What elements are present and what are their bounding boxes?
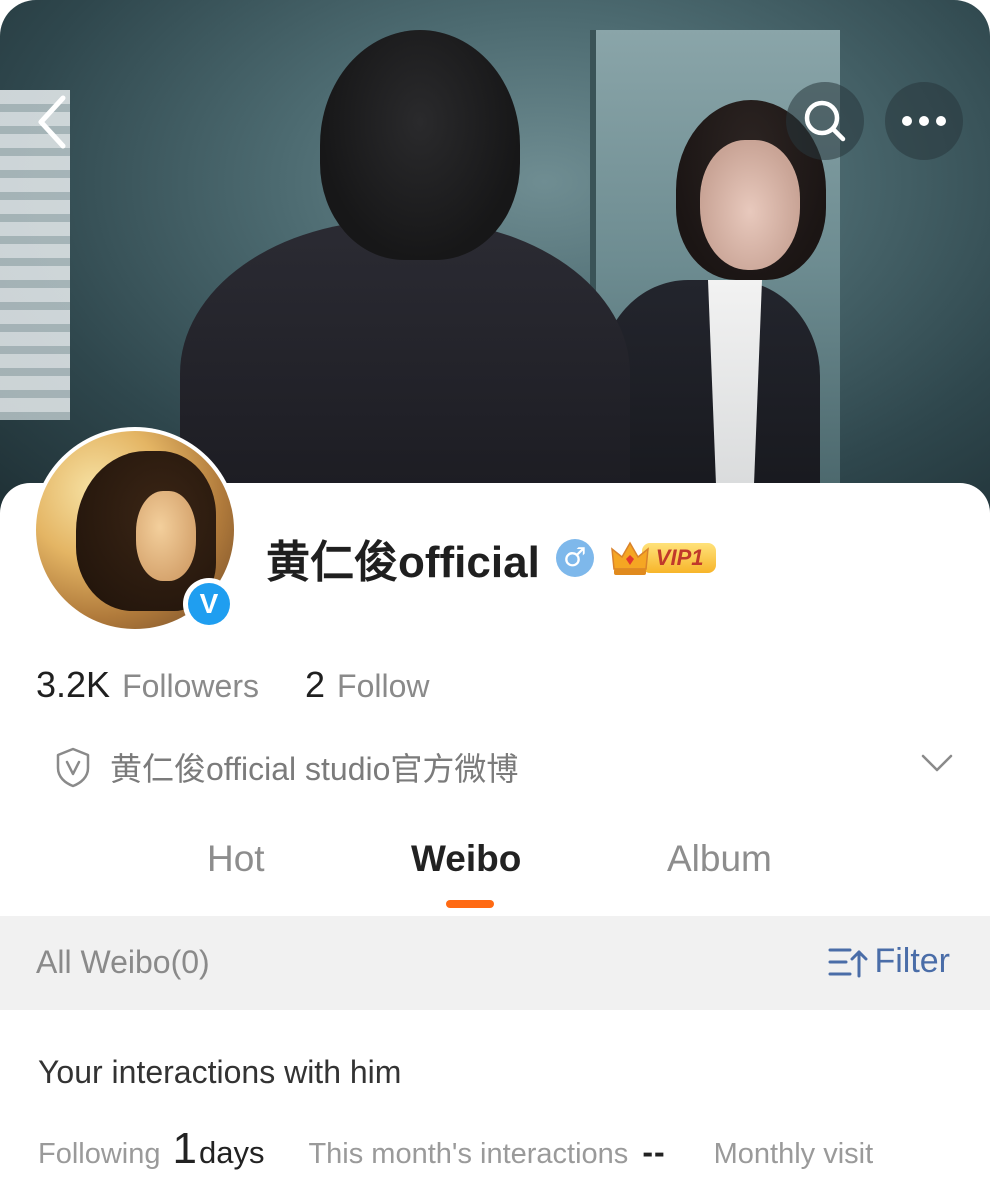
tab-hot[interactable]: Hot xyxy=(207,838,265,880)
vip-label: VIP1 xyxy=(641,543,716,573)
interactions-row: Following 1 days This month's interactio… xyxy=(38,1124,873,1174)
stats-row: 3.2K Followers 2 Follow xyxy=(36,664,429,706)
back-button[interactable] xyxy=(18,82,88,162)
cover-figure-head xyxy=(320,30,520,260)
follow-label: Follow xyxy=(337,668,430,704)
followers-stat[interactable]: 3.2K Followers xyxy=(36,664,259,706)
active-tab-indicator xyxy=(446,900,494,908)
all-weibo-count: All Weibo(0) xyxy=(36,944,210,980)
follow-stat[interactable]: 2 Follow xyxy=(305,664,430,706)
tab-album[interactable]: Album xyxy=(667,838,772,880)
verified-icon: V xyxy=(188,583,230,625)
search-icon xyxy=(804,100,846,142)
filter-label: Filter xyxy=(874,942,950,980)
tab-weibo[interactable]: Weibo xyxy=(411,838,521,880)
filter-sort-icon xyxy=(828,948,868,977)
cover-mirror-face xyxy=(700,140,800,270)
cover-figure-back xyxy=(180,220,630,520)
followers-count: 3.2K xyxy=(36,664,111,705)
search-button[interactable] xyxy=(786,82,864,160)
interactions-title: Your interactions with him xyxy=(38,1054,402,1090)
more-button[interactable] xyxy=(885,82,963,160)
profile-tabs: Hot Weibo Album xyxy=(0,830,990,910)
more-dots-icon xyxy=(902,116,946,126)
crown-icon xyxy=(610,541,649,575)
bio-row[interactable]: 黄仁俊official studio官方微博 xyxy=(54,742,954,792)
chevron-left-icon xyxy=(38,95,66,149)
interactions-section: Your interactions with him Following 1 d… xyxy=(0,1010,990,1200)
filter-bar: All Weibo(0) Filter xyxy=(0,916,990,1010)
vip-badge[interactable]: VIP1 xyxy=(610,538,716,578)
profile-screen: V 黄仁俊official ♂ VIP1 3.2K Followers 2 Fo… xyxy=(0,0,990,1200)
name-row: 黄仁俊official ♂ VIP1 xyxy=(266,528,716,588)
month-interactions-label: This month's interactions xyxy=(308,1138,629,1170)
shield-v-icon xyxy=(56,747,90,788)
following-label: Following xyxy=(38,1138,161,1170)
month-interactions-value: -- xyxy=(642,1134,666,1170)
verified-badge: V xyxy=(183,578,235,630)
follow-count: 2 xyxy=(304,664,326,705)
profile-name: 黄仁俊official xyxy=(266,538,540,587)
followers-label: Followers xyxy=(122,668,259,704)
gender-male-icon: ♂ xyxy=(555,539,594,577)
following-days-value: 1 xyxy=(172,1124,197,1173)
filter-button[interactable]: Filter xyxy=(828,942,950,981)
avatar-face xyxy=(136,491,196,581)
bio-text: 黄仁俊official studio官方微博 xyxy=(110,751,519,787)
chevron-down-icon[interactable] xyxy=(920,752,954,774)
following-days-unit: days xyxy=(198,1135,265,1170)
monthly-visits-label: Monthly visit xyxy=(713,1138,874,1170)
